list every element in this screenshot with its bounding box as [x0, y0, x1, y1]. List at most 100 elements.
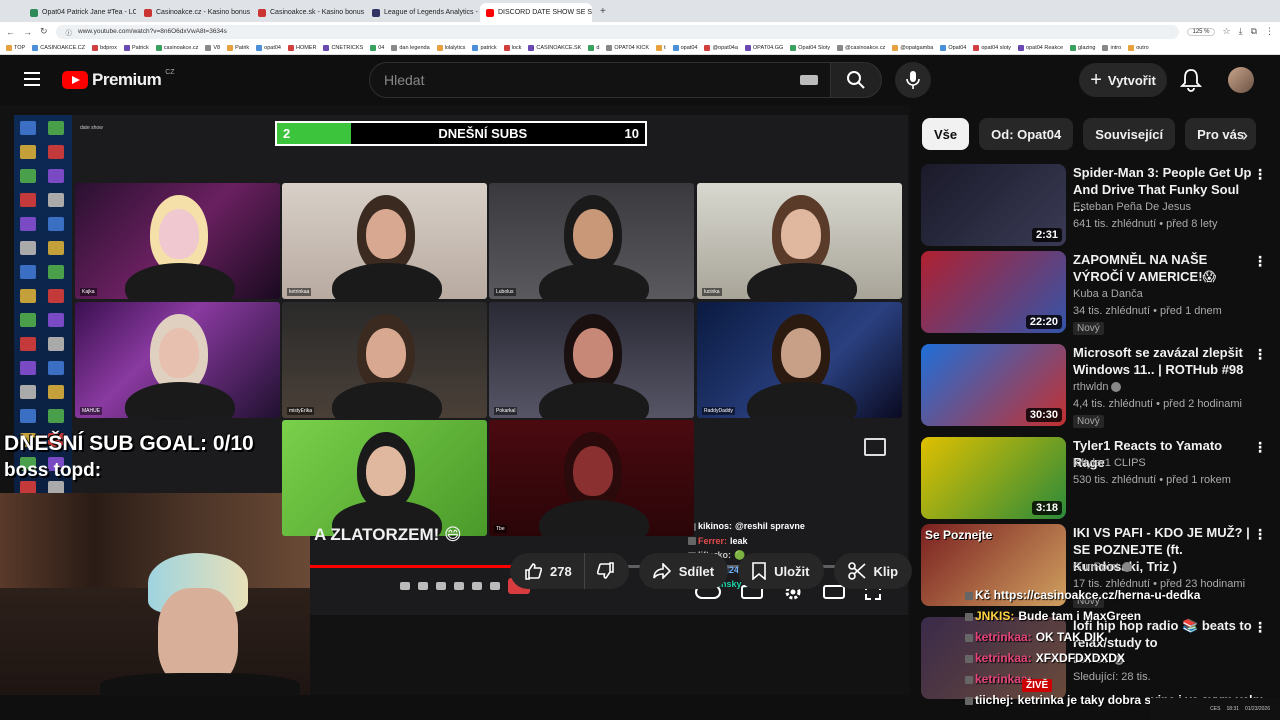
- bookmark-item[interactable]: CNETRICKS: [323, 44, 363, 51]
- bookmark-item[interactable]: intro: [1102, 44, 1122, 51]
- bookmark-item[interactable]: Patrick: [123, 44, 149, 51]
- bookmark-item[interactable]: Opat04: [940, 44, 966, 51]
- bookmark-item[interactable]: lolalytics: [436, 44, 465, 51]
- keyboard-icon[interactable]: [800, 75, 818, 85]
- video-title[interactable]: ZAPOMNĚL NA NAŠE VÝROČÍ V AMERICE!😱: [1073, 251, 1253, 285]
- video-player[interactable]: date show 2 DNEŠNÍ SUBS 10 7-2 DNEŠNÍ SU…: [0, 105, 910, 695]
- browser-tab[interactable]: Casinoakce.cz - Kasino bonusy: [138, 3, 250, 22]
- bookmark-item[interactable]: patrick: [472, 44, 497, 51]
- site-info-icon[interactable]: ⓘ: [66, 27, 73, 37]
- extensions-icon[interactable]: ⧉: [1251, 26, 1257, 37]
- bookmark-label: intro: [1110, 44, 1122, 51]
- channel-name[interactable]: GunPoint: [1073, 561, 1132, 573]
- voice-search-button[interactable]: [895, 62, 931, 98]
- download-icon[interactable]: ⤓: [1239, 26, 1243, 37]
- video-thumbnail[interactable]: 2:31: [921, 164, 1066, 246]
- bookmark-item[interactable]: TOP: [6, 44, 26, 51]
- video-thumbnail[interactable]: 3:18: [921, 437, 1066, 519]
- streamer-shirt: [100, 673, 300, 695]
- bookmark-item[interactable]: lock: [503, 44, 521, 51]
- bookmark-item[interactable]: Opat04 Sloty: [790, 44, 830, 51]
- share-button[interactable]: Sdílet: [638, 553, 729, 589]
- bookmark-item[interactable]: V8: [205, 44, 220, 51]
- chevron-right-icon[interactable]: ›: [1232, 124, 1258, 146]
- recommendation-item[interactable]: 3:18 Tyler1 Reacts to Yamato Rage loltyler…: [921, 437, 1271, 522]
- user-avatar[interactable]: [1228, 67, 1254, 93]
- hamburger-menu-icon[interactable]: [24, 72, 40, 86]
- create-button[interactable]: + Vytvořit: [1079, 63, 1167, 97]
- youtube-premium-logo[interactable]: Premium CZ: [62, 69, 175, 90]
- more-options-icon[interactable]: ⋮: [1253, 526, 1267, 543]
- channel-name[interactable]: Esteban Peña De Jesus: [1073, 201, 1191, 213]
- browser-menu-icon[interactable]: ⋮: [1265, 26, 1274, 37]
- bookmark-favicon-icon: [205, 44, 212, 51]
- bookmark-label: TOP: [14, 44, 26, 51]
- chat-username: Ferrer:: [698, 535, 728, 546]
- recommendation-item[interactable]: 30:30 Microsoft se zavázal zlepšit Window…: [921, 344, 1271, 429]
- bookmark-item[interactable]: opat04 Reakce: [1018, 44, 1063, 51]
- bookmark-item[interactable]: outro: [1128, 44, 1149, 51]
- chat-message: Ferrer: leak: [688, 534, 858, 549]
- bookmark-favicon-icon: [6, 44, 12, 51]
- channel-name[interactable]: rthwldn: [1073, 381, 1122, 393]
- more-options-icon[interactable]: ⋮: [1253, 346, 1267, 363]
- bookmark-item[interactable]: @opat04a: [704, 44, 738, 51]
- bookmark-item[interactable]: dan legenda: [391, 44, 430, 51]
- bookmark-item[interactable]: t: [656, 44, 666, 51]
- filter-chip[interactable]: Vše: [922, 118, 970, 150]
- bookmark-item[interactable]: d: [588, 44, 599, 51]
- clip-button[interactable]: Klip: [833, 553, 913, 589]
- filter-chip[interactable]: Související: [1083, 118, 1176, 150]
- browser-tab[interactable]: Opat04 Patrick Jane #Tea - LOL: [24, 3, 136, 22]
- notifications-bell-icon[interactable]: [1180, 68, 1202, 92]
- bookmark-item[interactable]: glazing: [1070, 44, 1095, 51]
- miniplayer-icon[interactable]: [864, 438, 886, 456]
- bookmark-item[interactable]: Patrik: [227, 44, 249, 51]
- clip-label: Klip: [873, 563, 899, 579]
- recommendation-item[interactable]: 22:20 ZAPOMNĚL NA NAŠE VÝROČÍ V AMERICE!😱…: [921, 251, 1271, 336]
- bookmark-item[interactable]: OPAT04 KICK: [606, 44, 649, 51]
- browser-tab[interactable]: Casinoakce.sk - Kasino bonusy: [252, 3, 364, 22]
- participant-tile: MAHUE: [75, 302, 280, 418]
- bookmark-item[interactable]: CASINOAKCE.CZ: [32, 44, 85, 51]
- recommendation-item[interactable]: 2:31 Spider-Man 3: People Get Up And Driv…: [921, 164, 1271, 249]
- address-bar[interactable]: ⓘ www.youtube.com/watch?v=8n6O6dxVwA8t=3…: [55, 24, 1180, 39]
- bookmark-item[interactable]: opat04 sloty: [973, 44, 1011, 51]
- bookmark-item[interactable]: @opatgamba: [892, 44, 933, 51]
- more-options-icon[interactable]: ⋮: [1253, 253, 1267, 270]
- bookmark-favicon-icon: [672, 44, 679, 51]
- search-button[interactable]: [830, 62, 882, 98]
- desktop-app-icon: [48, 385, 64, 399]
- more-options-icon[interactable]: ⋮: [1253, 166, 1267, 183]
- zoom-indicator[interactable]: 125 %: [1187, 27, 1215, 36]
- bookmark-item[interactable]: HOMER: [287, 44, 316, 51]
- video-thumbnail[interactable]: 30:30: [921, 344, 1066, 426]
- bookmark-favicon-icon: [940, 44, 947, 51]
- bookmark-item[interactable]: casinoakce.cz: [155, 44, 198, 51]
- channel-name[interactable]: loltyler1 CLIPS: [1073, 457, 1146, 469]
- bookmark-item[interactable]: bdprox: [92, 44, 117, 51]
- video-thumbnail[interactable]: 22:20: [921, 251, 1066, 333]
- new-tab-button[interactable]: +: [594, 6, 612, 17]
- bookmark-item[interactable]: opat04: [672, 44, 697, 51]
- bookmark-star-icon[interactable]: ☆: [1223, 26, 1231, 37]
- search-input[interactable]: Hledat: [369, 62, 832, 98]
- channel-name[interactable]: Kuba a Danča: [1073, 288, 1143, 300]
- chat-badge-icon: [688, 537, 696, 546]
- forward-icon[interactable]: →: [23, 27, 32, 37]
- bookmark-item[interactable]: @casinoakce.cz: [837, 44, 885, 51]
- like-button[interactable]: 278: [510, 553, 585, 589]
- filter-chip[interactable]: Od: Opat04: [979, 118, 1074, 150]
- video-title[interactable]: Microsoft se zavázal zlepšit Windows 11.…: [1073, 344, 1253, 378]
- browser-tab[interactable]: DISCORD DATE SHOW SE S: [480, 3, 592, 22]
- bookmark-item[interactable]: OPAT04.GG: [744, 44, 783, 51]
- bookmark-item[interactable]: 04: [370, 44, 384, 51]
- more-options-icon[interactable]: ⋮: [1253, 439, 1267, 456]
- dislike-button[interactable]: [585, 553, 629, 589]
- back-icon[interactable]: ←: [6, 27, 15, 37]
- browser-tab[interactable]: League of Legends Analytics - L: [366, 3, 478, 22]
- save-button[interactable]: Uložit: [738, 553, 824, 589]
- bookmark-item[interactable]: opat04: [256, 44, 281, 51]
- bookmark-item[interactable]: CASINOAKCE.SK: [528, 44, 581, 51]
- reload-icon[interactable]: ↻: [40, 26, 48, 37]
